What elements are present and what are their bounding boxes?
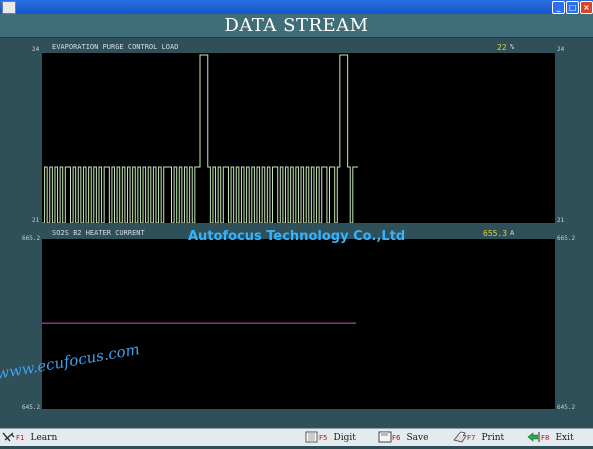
chart-unit: % xyxy=(510,43,515,51)
y-min-label-right: 645.2 xyxy=(557,404,576,411)
digit-button[interactable]: F5 Digit xyxy=(305,430,356,446)
chart-svg-purge xyxy=(42,54,358,224)
f8-label: Exit xyxy=(555,433,574,443)
y-min-label-left: 21 xyxy=(32,217,40,224)
page-header: DATA STREAM xyxy=(0,14,593,38)
chart-title: EVAPORATION PURGE CONTROL LOAD xyxy=(52,43,179,51)
exit-icon xyxy=(527,432,540,442)
chart-unit: A xyxy=(510,229,515,237)
close-button[interactable]: × xyxy=(580,1,593,14)
learn-button[interactable]: F1 Learn xyxy=(2,430,57,446)
company-watermark: Autofocus Technology Co.,Ltd xyxy=(188,229,406,244)
f5-label: Digit xyxy=(333,433,356,443)
f7-key-label: F7 xyxy=(467,434,476,442)
f1-label: Learn xyxy=(30,433,58,443)
chart-current-value: 655.3 xyxy=(483,229,508,238)
chart-panel-heater: 665.2 665.2 645.2 645.2 SO2S B2 HEATER C… xyxy=(0,227,593,417)
minimize-button[interactable]: _ xyxy=(552,1,565,14)
window-title-bar: _ □ × xyxy=(0,0,593,14)
f6-label: Save xyxy=(406,433,429,443)
page-title: DATA STREAM xyxy=(224,15,369,36)
print-icon xyxy=(453,431,467,443)
chart-title: SO2S B2 HEATER CURRENT xyxy=(52,229,145,237)
learn-icon xyxy=(2,432,15,442)
series-line xyxy=(42,54,358,224)
y-min-label-left: 645.2 xyxy=(22,404,41,411)
f1-key-label: F1 xyxy=(16,434,25,442)
chart-plot-area xyxy=(42,239,555,409)
y-max-label-right: 665.2 xyxy=(557,235,576,242)
chart-panel-purge: 24 24 21 21 EVAPORATION PURGE CONTROL LO… xyxy=(0,41,593,226)
y-max-label-left: 24 xyxy=(32,46,40,53)
f5-key-label: F5 xyxy=(319,434,328,442)
y-max-label-right: 24 xyxy=(557,46,565,53)
chart-plot-area xyxy=(42,53,555,224)
print-button[interactable]: F7 Print xyxy=(453,430,504,446)
function-key-bar: F1 Learn F5 Digit F6 Save F7 Print F8 Exit xyxy=(0,428,593,446)
y-max-label-left: 665.2 xyxy=(22,235,41,242)
f6-key-label: F6 xyxy=(392,434,401,442)
maximize-button[interactable]: □ xyxy=(566,1,579,14)
f8-key-label: F8 xyxy=(541,434,550,442)
y-min-label-right: 21 xyxy=(557,217,565,224)
app-icon xyxy=(2,1,16,14)
save-icon xyxy=(378,431,392,443)
chart-current-value: 22 xyxy=(497,43,507,52)
f7-label: Print xyxy=(481,433,505,443)
digit-icon xyxy=(305,431,318,443)
save-button[interactable]: F6 Save xyxy=(378,430,428,446)
exit-button[interactable]: F8 Exit xyxy=(527,430,574,446)
chart-svg-heater xyxy=(42,322,356,324)
